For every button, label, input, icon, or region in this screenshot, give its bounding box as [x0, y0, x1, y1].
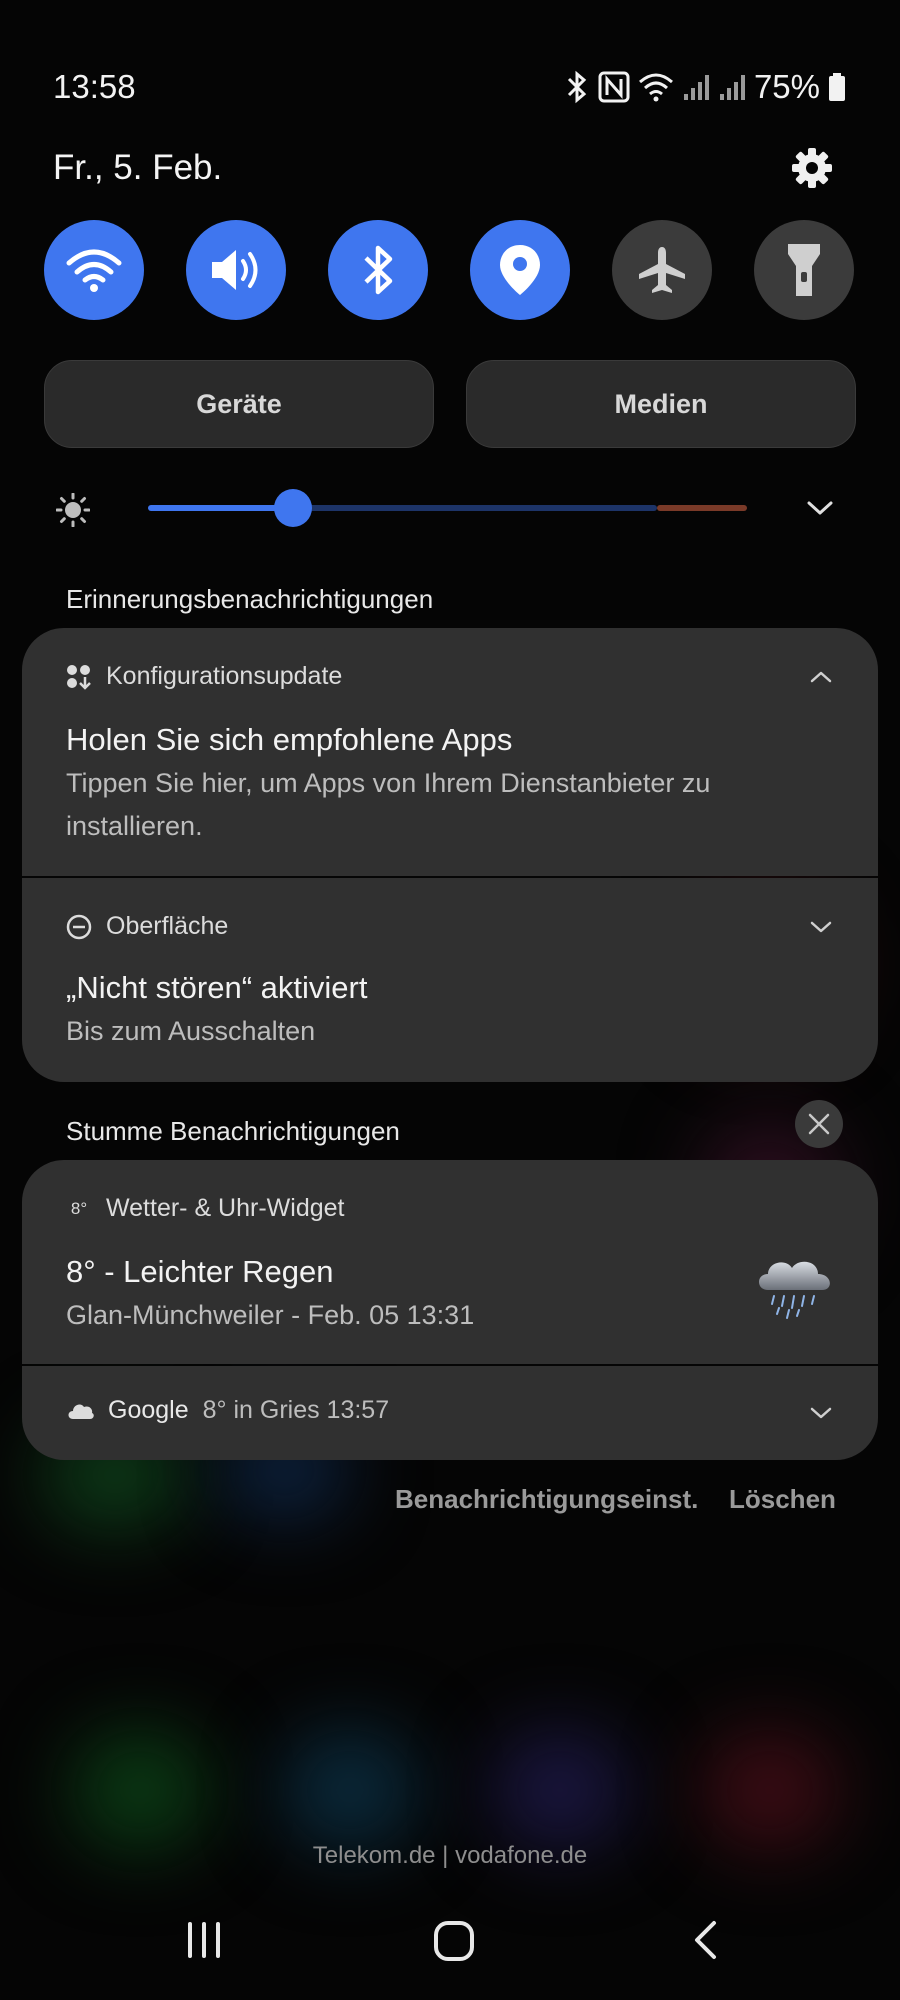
expand-chevron-icon[interactable]: [808, 1400, 834, 1426]
battery-percent: 75%: [753, 68, 820, 105]
flashlight-icon: [788, 244, 820, 296]
sound-toggle[interactable]: [186, 220, 286, 320]
expand-chevron-icon[interactable]: [808, 914, 834, 940]
airplane-toggle[interactable]: [612, 220, 712, 320]
bg-blur: [490, 1730, 630, 1850]
notification-app-name: Wetter- & Uhr-Widget: [106, 1194, 345, 1222]
status-icons: 75%: [564, 68, 846, 106]
silent-section-title: Stumme Benachrichtigungen: [66, 1116, 400, 1146]
brightness-track-fill: [148, 505, 293, 511]
notification-weather[interactable]: 8° Wetter- & Uhr-Widget 8° - Leichter Re…: [22, 1160, 878, 1364]
clear-notifications-button[interactable]: Löschen: [729, 1484, 836, 1515]
notification-app-name: Oberfläche: [106, 912, 229, 940]
bluetooth-toggle[interactable]: [328, 220, 428, 320]
notification-body: Glan-Münchweiler - Feb. 05 13:31: [66, 1300, 475, 1330]
dismiss-silent-button[interactable]: [795, 1100, 843, 1148]
notification-config-update[interactable]: Konfigurationsupdate Holen Sie sich empf…: [22, 628, 878, 876]
notification-app-name: Google: [108, 1396, 189, 1424]
close-icon: [808, 1113, 830, 1135]
notification-app-row: Oberfläche: [66, 912, 228, 941]
bluetooth-status-icon: [567, 70, 587, 104]
signal-1-icon: [683, 75, 709, 100]
sound-icon: [212, 250, 258, 290]
home-icon[interactable]: [433, 1920, 475, 1962]
notification-title: 8° - Leichter Regen: [66, 1254, 334, 1289]
notification-app-row: Konfigurationsupdate: [66, 662, 342, 691]
bluetooth-icon: [364, 245, 393, 295]
notification-google[interactable]: Google 8° in Gries 13:57: [22, 1366, 878, 1460]
back-icon[interactable]: [690, 1920, 720, 1960]
notification-summary: 8° in Gries 13:57: [202, 1396, 390, 1424]
carrier-label: Telekom.de | vodafone.de: [312, 1842, 588, 1869]
date-label: Fr., 5. Feb.: [53, 148, 223, 187]
notification-app-row: Google 8° in Gries 13:57: [66, 1396, 389, 1425]
nfc-icon: [598, 71, 630, 103]
bg-blur: [280, 1730, 420, 1850]
do-not-disturb-icon: [66, 914, 92, 939]
notification-app-name: Konfigurationsupdate: [106, 662, 343, 690]
location-toggle[interactable]: [470, 220, 570, 320]
location-icon: [500, 245, 540, 295]
devices-button[interactable]: Geräte: [44, 360, 434, 448]
notification-title: „Nicht stören“ aktiviert: [66, 970, 368, 1005]
expand-chevron-icon[interactable]: [806, 496, 834, 520]
notification-body: Bis zum Ausschalten: [66, 1016, 316, 1046]
notification-title: Holen Sie sich empfohlene Apps: [66, 722, 513, 757]
settings-gear-icon[interactable]: [790, 146, 834, 190]
notification-app-row: 8° Wetter- & Uhr-Widget: [66, 1194, 345, 1223]
recent-apps-icon[interactable]: [184, 1920, 224, 1960]
airplane-icon: [639, 247, 685, 293]
notification-body: Tippen Sie hier, um Apps von Ihrem Diens…: [66, 768, 711, 841]
bg-blur: [70, 1730, 210, 1850]
wifi-toggle[interactable]: [44, 220, 144, 320]
battery-icon: [829, 73, 845, 101]
bg-blur: [700, 1730, 840, 1850]
config-update-icon: [67, 664, 91, 690]
reminder-section-title: Erinnerungsbenachrichtigungen: [66, 584, 434, 614]
cloud-icon: [68, 1403, 94, 1419]
rain-cloud-icon: [759, 1261, 830, 1319]
notification-do-not-disturb[interactable]: Oberfläche „Nicht stören“ aktiviert Bis …: [22, 878, 878, 1082]
flashlight-toggle[interactable]: [754, 220, 854, 320]
brightness-icon: [56, 493, 90, 527]
wifi-icon: [66, 249, 122, 292]
brightness-track-extra: [657, 505, 747, 511]
status-time: 13:58: [53, 68, 136, 105]
media-button[interactable]: Medien: [466, 360, 856, 448]
signal-2-icon: [719, 75, 745, 100]
brightness-slider-thumb[interactable]: [274, 489, 312, 527]
weather-app-icon: 8°: [70, 1198, 88, 1218]
wifi-status-icon: [638, 73, 673, 102]
brightness-track[interactable]: [293, 505, 657, 511]
notification-settings-button[interactable]: Benachrichtigungseinst.: [395, 1484, 698, 1515]
collapse-chevron-icon[interactable]: [808, 664, 834, 690]
